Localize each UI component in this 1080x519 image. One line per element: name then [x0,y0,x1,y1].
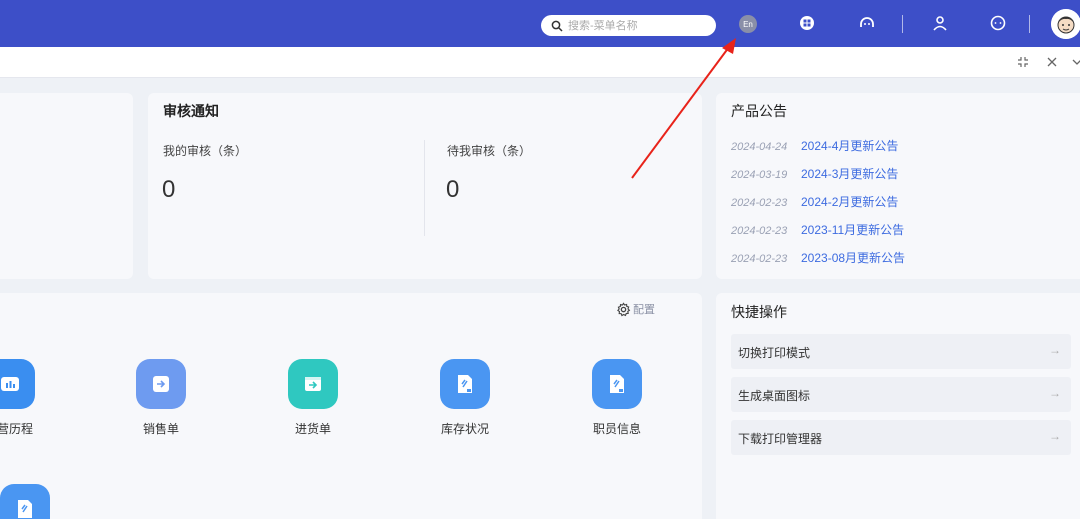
announcement-link[interactable]: 2024-2月更新公告 [801,193,898,210]
message-icon[interactable] [988,13,1008,33]
quick-op-label: 生成桌面图标 [738,389,811,403]
quick-op-label: 切换打印模式 [738,346,811,360]
inventory-icon [440,359,490,409]
announcement-item[interactable]: 2024-04-24 2024-4月更新公告 [731,137,898,154]
announcement-title: 产品公告 [731,103,787,119]
user-center-icon[interactable] [930,13,950,33]
left-card [0,93,133,279]
shortcut-item[interactable]: 职员信息 [572,359,662,437]
announcement-item[interactable]: 2024-02-23 2023-08月更新公告 [731,249,905,266]
announcement-item[interactable]: 2024-02-23 2023-11月更新公告 [731,221,904,238]
quick-op-item[interactable]: 切换打印模式 → [731,334,1071,369]
announcement-item[interactable]: 2024-02-23 2024-2月更新公告 [731,193,898,210]
chevron-down-icon[interactable] [1071,55,1080,71]
fullscreen-icon[interactable] [1017,55,1029,71]
my-audit-label: 我的审核（条） [163,144,248,158]
shortcut-label: 库存状况 [440,422,489,436]
audit-divider [424,140,425,236]
announcement-date: 2024-02-23 [731,225,788,237]
announcement-date: 2024-02-23 [731,197,788,209]
my-audit-value[interactable]: 0 [162,176,175,204]
announcement-link[interactable]: 2024-3月更新公告 [801,165,898,182]
shortcut-item-partial[interactable] [0,484,55,519]
sales-order-icon [136,359,186,409]
shortcut-label: 职员信息 [592,422,641,436]
pending-audit-label: 待我审核（条） [447,144,532,158]
pending-audit-value[interactable]: 0 [446,176,459,204]
announcement-link[interactable]: 2023-11月更新公告 [801,221,904,238]
shortcut-item[interactable]: 库存状况 [420,359,510,437]
shortcut-label: 营历程 [0,422,33,436]
quick-op-item[interactable]: 生成桌面图标 → [731,377,1071,412]
config-button[interactable]: 配置 [616,301,655,317]
shortcut-label: 销售单 [142,422,179,436]
config-label: 配置 [633,304,655,316]
user-avatar[interactable] [1051,9,1080,39]
announcement-item[interactable]: 2024-03-19 2024-3月更新公告 [731,165,898,182]
document-icon [0,484,50,519]
quick-op-label: 下载打印管理器 [738,432,823,446]
quick-ops-title: 快捷操作 [731,304,787,320]
shortcut-item[interactable]: 进货单 [268,359,358,437]
search-icon [551,20,563,32]
language-switch-button[interactable]: En [739,15,757,33]
purchase-order-icon [288,359,338,409]
app-grid-icon[interactable] [797,13,817,33]
shortcut-item[interactable]: 营历程 [0,359,55,437]
shortcut-item[interactable]: 销售单 [116,359,206,437]
header-divider [902,15,903,33]
arrow-right-icon: → [1049,343,1061,357]
announcement-link[interactable]: 2024-4月更新公告 [801,137,898,154]
announcement-date: 2024-03-19 [731,169,788,181]
close-tab-icon[interactable] [1046,55,1058,71]
arrow-right-icon: → [1049,429,1061,443]
search-input[interactable] [568,19,708,32]
support-icon[interactable] [857,13,877,33]
announcement-date: 2024-02-23 [731,253,788,265]
header-divider [1029,15,1030,33]
audit-card [148,93,702,279]
announcement-link[interactable]: 2023-08月更新公告 [801,249,905,266]
top-header: En [0,0,1080,47]
menu-search[interactable] [541,15,716,36]
gear-icon [617,301,631,316]
chart-icon [0,359,35,409]
staff-info-icon [592,359,642,409]
shortcut-label: 进货单 [294,422,331,436]
audit-title: 审核通知 [163,103,219,119]
announcement-date: 2024-04-24 [731,141,788,153]
quick-op-item[interactable]: 下载打印管理器 → [731,420,1071,455]
tab-bar [0,47,1080,78]
arrow-right-icon: → [1049,386,1061,400]
